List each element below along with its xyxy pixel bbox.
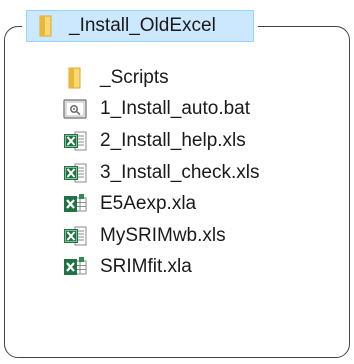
list-item-label: _Scripts — [100, 66, 169, 88]
list-item-label: E5Aexp.xla — [100, 193, 197, 215]
file-list: _Scripts 1_Install_auto.bat 2_Install_he… — [62, 62, 342, 283]
list-item-scripts-folder[interactable]: _Scripts — [62, 62, 342, 94]
list-item-label: 1_Install_auto.bat — [100, 98, 251, 120]
list-item-e5aexp-xla[interactable]: E5Aexp.xla — [62, 188, 342, 220]
list-item-label: SRIMfit.xla — [100, 256, 192, 278]
list-item-install-auto-bat[interactable]: 1_Install_auto.bat — [62, 94, 342, 126]
list-item-label: 3_Install_check.xls — [100, 161, 260, 183]
list-item-install-check-xls[interactable]: 3_Install_check.xls — [62, 157, 342, 189]
excel-workbook-icon — [62, 161, 88, 185]
batch-file-icon — [62, 97, 88, 121]
root-folder-item[interactable]: _Install_OldExcel — [26, 10, 254, 42]
list-item-install-help-xls[interactable]: 2_Install_help.xls — [62, 125, 342, 157]
excel-workbook-icon — [62, 129, 88, 153]
list-item-mysrimwb-xls[interactable]: MySRIMwb.xls — [62, 220, 342, 252]
list-item-label: 2_Install_help.xls — [100, 129, 246, 151]
root-folder-label: _Install_OldExcel — [69, 15, 216, 36]
excel-addin-icon — [62, 192, 88, 216]
excel-workbook-icon — [62, 224, 88, 248]
folder-icon — [33, 14, 59, 38]
folder-icon — [62, 66, 88, 90]
list-item-srimfit-xla[interactable]: SRIMfit.xla — [62, 252, 342, 284]
excel-addin-icon — [62, 255, 88, 279]
list-item-label: MySRIMwb.xls — [100, 224, 226, 246]
